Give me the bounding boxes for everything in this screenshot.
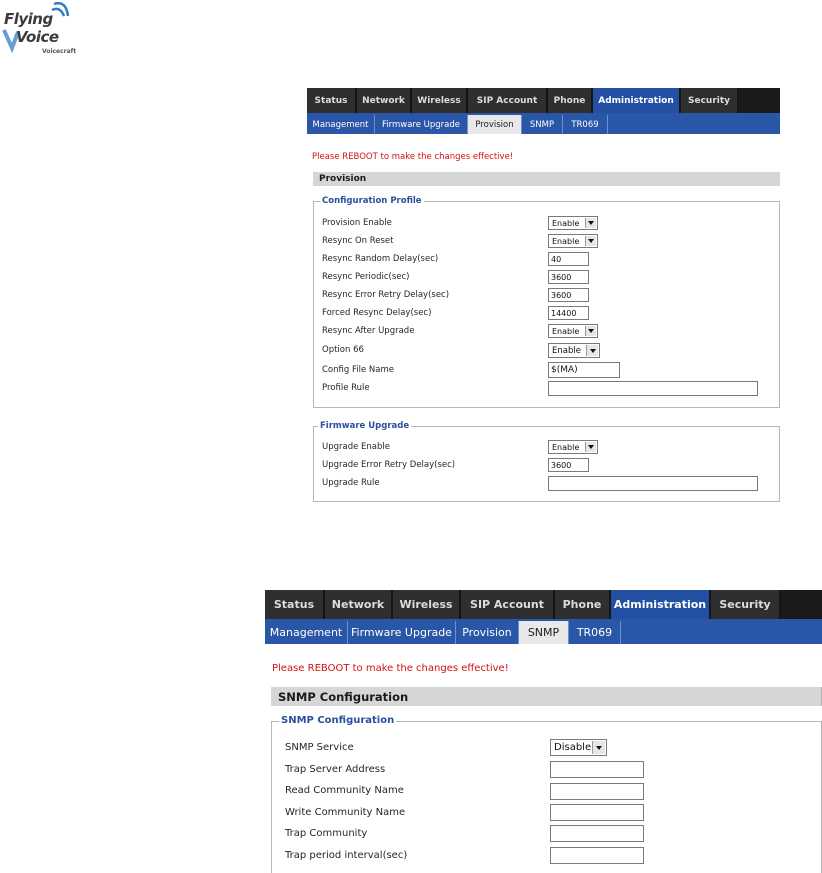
flying-voice-logo: Flying Voice Voicecraft: [2, 2, 82, 60]
upgrade-enable-value: Enable: [552, 442, 580, 452]
tab-phone[interactable]: Phone: [548, 88, 593, 113]
provision-enable-value: Enable: [552, 218, 580, 228]
chevron-down-icon: [585, 236, 596, 246]
profile-rule-input[interactable]: [548, 381, 758, 396]
upgrade-error-retry-delay-label: Upgrade Error Retry Delay(sec): [322, 460, 456, 470]
tab-phone[interactable]: Phone: [555, 590, 611, 619]
logo-text-voice: Voice: [16, 28, 59, 46]
snmp-configuration-legend: SNMP Configuration: [279, 715, 397, 726]
snmp-service-label: SNMP Service: [285, 742, 354, 753]
snmp-configuration-group: SNMP Configuration SNMP Service Disable …: [271, 715, 822, 873]
tab-security[interactable]: Security: [681, 88, 739, 113]
resync-random-delay-label: Resync Random Delay(sec): [322, 254, 439, 264]
resync-after-upgrade-value: Enable: [552, 326, 580, 336]
resync-on-reset-label: Resync On Reset: [322, 236, 394, 246]
snmp-service-value: Disable: [554, 742, 592, 753]
provision-enable-select[interactable]: Enable: [548, 216, 598, 230]
chevron-down-icon: [586, 345, 598, 356]
resync-error-retry-delay-label: Resync Error Retry Delay(sec): [322, 290, 450, 300]
chevron-down-icon: [592, 741, 605, 754]
forced-resync-delay-label: Forced Resync Delay(sec): [322, 308, 432, 318]
firmware-upgrade-group: Firmware Upgrade Upgrade Enable Enable U…: [313, 421, 780, 502]
upgrade-enable-select[interactable]: Enable: [548, 440, 598, 454]
main-nav: Status Network Wireless SIP Account Phon…: [307, 88, 780, 113]
resync-on-reset-select[interactable]: Enable: [548, 234, 598, 248]
subtab-snmp[interactable]: SNMP: [522, 115, 563, 134]
tab-sip-account[interactable]: SIP Account: [468, 88, 548, 113]
resync-on-reset-value: Enable: [552, 236, 580, 246]
provision-panel: Status Network Wireless SIP Account Phon…: [307, 88, 780, 508]
tab-network[interactable]: Network: [357, 88, 412, 113]
read-community-name-input[interactable]: [550, 783, 644, 800]
forced-resync-delay-input[interactable]: 14400: [548, 306, 589, 320]
resync-periodic-input[interactable]: 3600: [548, 270, 589, 284]
trap-community-label: Trap Community: [285, 828, 368, 839]
section-title: Provision: [313, 172, 780, 186]
subtab-snmp[interactable]: SNMP: [519, 621, 569, 644]
logo-text-flying: Flying: [4, 10, 53, 28]
subtab-provision[interactable]: Provision: [456, 621, 519, 644]
tab-administration[interactable]: Administration: [593, 88, 681, 113]
tab-status[interactable]: Status: [307, 88, 357, 113]
tab-security[interactable]: Security: [711, 590, 781, 619]
snmp-service-select[interactable]: Disable: [550, 739, 607, 756]
resync-after-upgrade-label: Resync After Upgrade: [322, 326, 415, 336]
tab-status[interactable]: Status: [265, 590, 325, 619]
write-community-name-label: Write Community Name: [285, 807, 406, 818]
write-community-name-input[interactable]: [550, 804, 644, 821]
subtab-firmware-upgrade[interactable]: Firmware Upgrade: [348, 621, 456, 644]
subtab-management[interactable]: Management: [307, 115, 375, 134]
sub-nav: Management Firmware Upgrade Provision SN…: [307, 113, 780, 134]
trap-server-address-label: Trap Server Address: [285, 764, 386, 775]
option-66-label: Option 66: [322, 345, 364, 355]
trap-period-interval-label: Trap period interval(sec): [285, 850, 408, 861]
resync-error-retry-delay-input[interactable]: 3600: [548, 288, 589, 302]
tab-wireless[interactable]: Wireless: [393, 590, 461, 619]
reboot-warning: Please REBOOT to make the changes effect…: [312, 152, 514, 162]
subtab-management[interactable]: Management: [265, 621, 348, 644]
chevron-down-icon: [585, 442, 596, 452]
profile-rule-label: Profile Rule: [322, 383, 370, 393]
trap-period-interval-input[interactable]: [550, 847, 644, 864]
tab-sip-account[interactable]: SIP Account: [461, 590, 555, 619]
option-66-select[interactable]: Enable: [548, 343, 600, 358]
tab-administration[interactable]: Administration: [611, 590, 711, 619]
configuration-profile-group: Configuration Profile Provision Enable E…: [313, 196, 780, 408]
firmware-upgrade-legend: Firmware Upgrade: [318, 421, 412, 431]
upgrade-rule-input[interactable]: [548, 476, 758, 491]
subtab-tr069[interactable]: TR069: [569, 621, 621, 644]
reboot-warning: Please REBOOT to make the changes effect…: [272, 663, 509, 674]
chevron-down-icon: [585, 326, 596, 336]
read-community-name-label: Read Community Name: [285, 785, 404, 796]
config-file-name-input[interactable]: $(MA): [548, 362, 620, 378]
subtab-tr069[interactable]: TR069: [563, 115, 608, 134]
resync-periodic-label: Resync Periodic(sec): [322, 272, 410, 282]
trap-community-input[interactable]: [550, 825, 644, 842]
sub-nav: Management Firmware Upgrade Provision SN…: [265, 619, 822, 644]
trap-server-address-input[interactable]: [550, 761, 644, 778]
configuration-profile-legend: Configuration Profile: [320, 196, 424, 206]
resync-after-upgrade-select[interactable]: Enable: [548, 324, 598, 338]
config-file-name-label: Config File Name: [322, 365, 394, 375]
subtab-provision[interactable]: Provision: [468, 115, 522, 134]
resync-random-delay-input[interactable]: 40: [548, 252, 589, 266]
upgrade-enable-label: Upgrade Enable: [322, 442, 390, 452]
main-nav: Status Network Wireless SIP Account Phon…: [265, 590, 822, 619]
upgrade-error-retry-delay-input[interactable]: 3600: [548, 458, 589, 472]
logo-text-voicecraft: Voicecraft: [42, 48, 77, 55]
option-66-value: Enable: [552, 345, 581, 356]
subtab-firmware-upgrade[interactable]: Firmware Upgrade: [375, 115, 468, 134]
tab-network[interactable]: Network: [325, 590, 393, 619]
snmp-panel: Status Network Wireless SIP Account Phon…: [265, 590, 822, 873]
chevron-down-icon: [585, 218, 596, 228]
tab-wireless[interactable]: Wireless: [412, 88, 468, 113]
upgrade-rule-label: Upgrade Rule: [322, 478, 380, 488]
section-title: SNMP Configuration: [271, 687, 822, 706]
provision-enable-label: Provision Enable: [322, 218, 392, 228]
